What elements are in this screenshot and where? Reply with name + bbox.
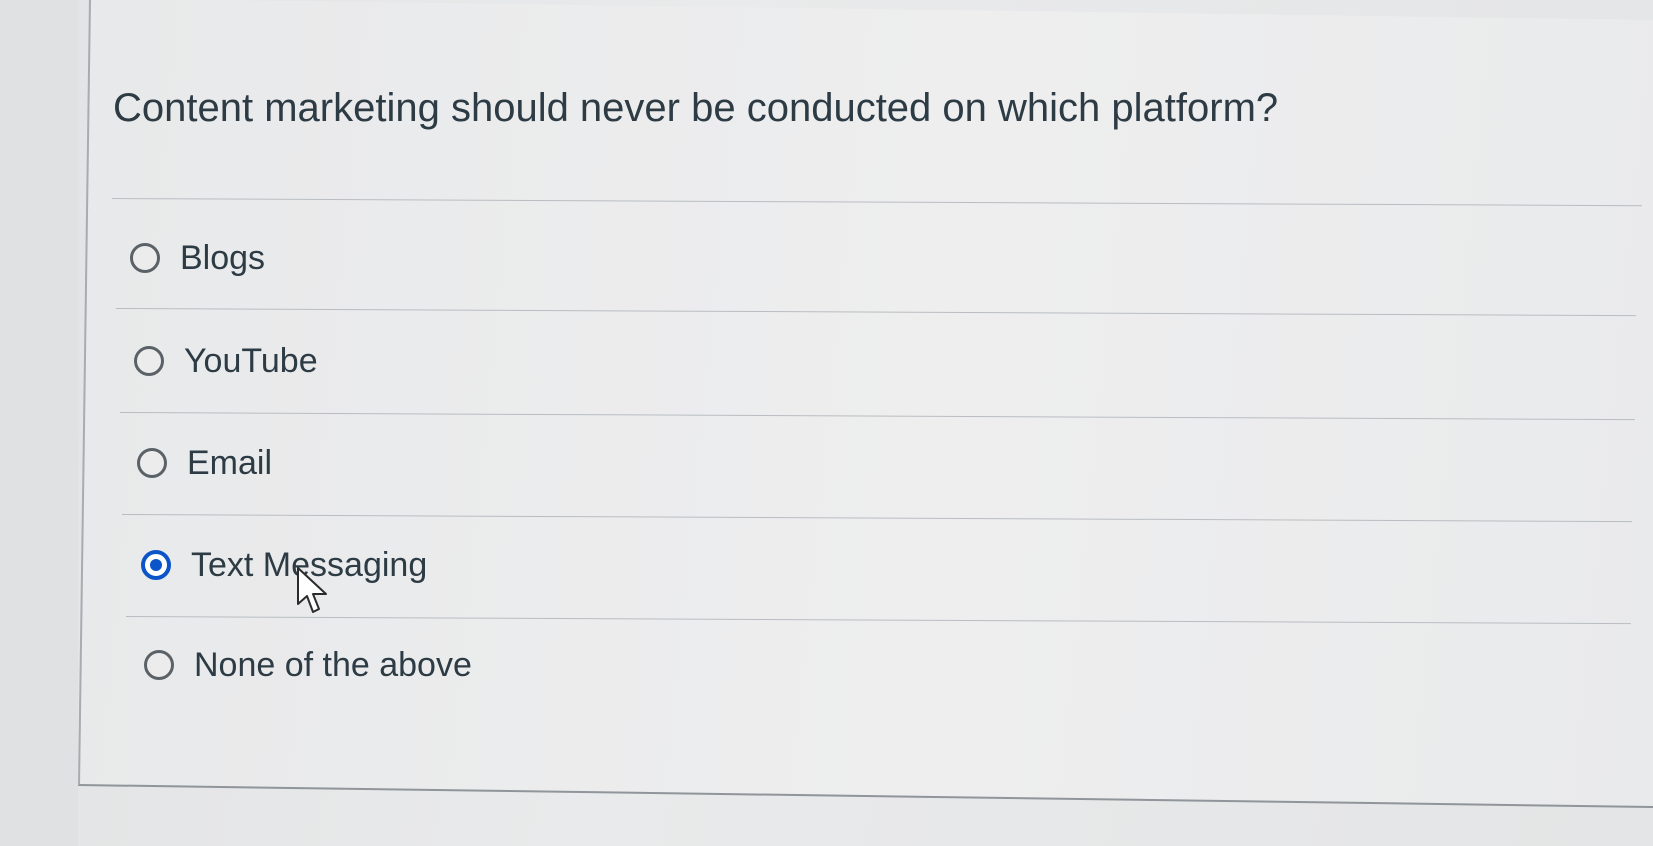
answer-option-email[interactable]: Email: [137, 438, 272, 488]
radio-empty-icon[interactable]: [137, 448, 167, 478]
answer-option-blogs[interactable]: Blogs: [130, 233, 265, 283]
radio-empty-icon[interactable]: [134, 346, 164, 376]
answer-label: Blogs: [180, 238, 266, 277]
radio-empty-icon[interactable]: [130, 243, 160, 273]
answer-option-none-of-the-above[interactable]: None of the above: [144, 640, 472, 690]
radio-empty-icon[interactable]: [144, 650, 174, 680]
answer-option-text-messaging[interactable]: Text Messaging: [141, 540, 427, 590]
answer-label: Text Messaging: [191, 545, 428, 584]
radio-filled-icon[interactable]: [141, 550, 171, 580]
question-text: Content marketing should never be conduc…: [113, 86, 1279, 130]
page-left-margin: [0, 0, 78, 846]
answer-label: Email: [187, 443, 273, 482]
answer-label: None of the above: [194, 645, 472, 684]
answer-label: YouTube: [184, 341, 318, 380]
answer-option-youtube[interactable]: YouTube: [134, 336, 318, 386]
